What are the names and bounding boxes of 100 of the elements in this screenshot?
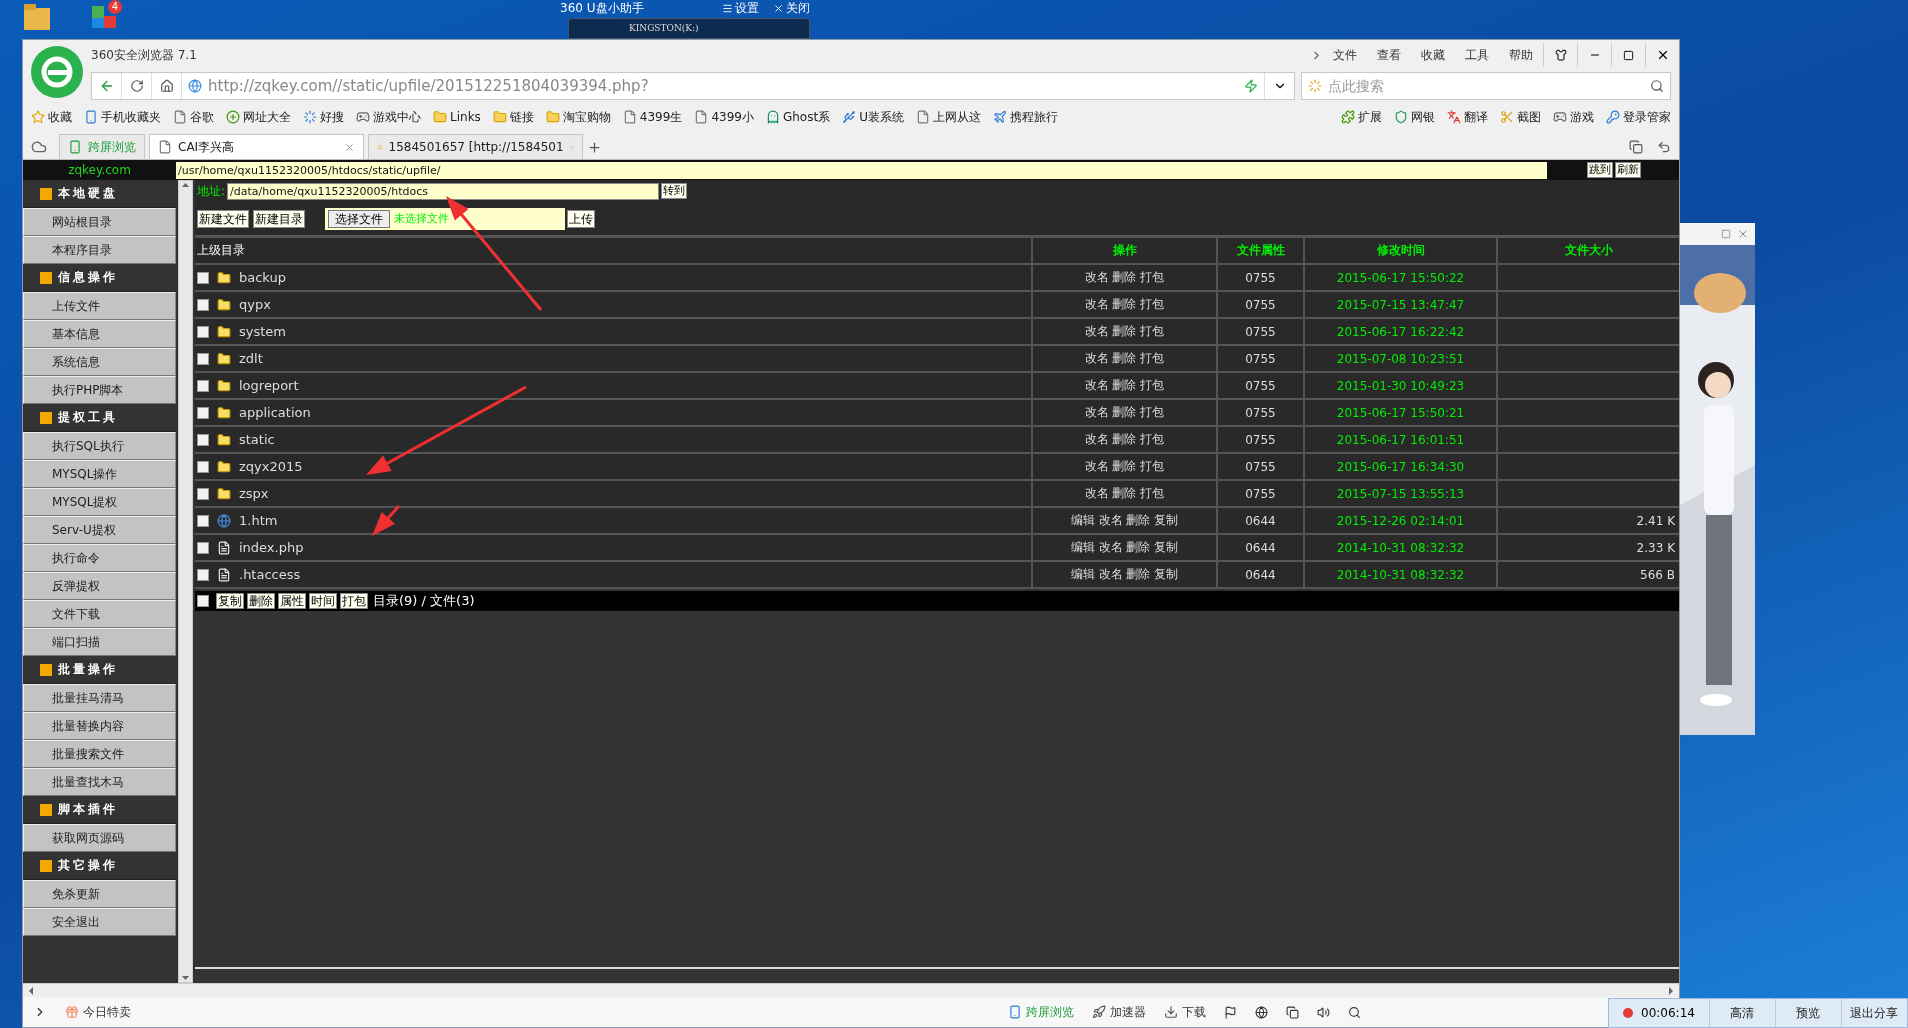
search-icon[interactable] — [1348, 1005, 1361, 1019]
sidebar-item[interactable]: 本程序目录 — [23, 236, 176, 264]
address-field[interactable]: /data/home/qxu1152320005/htdocs — [227, 182, 660, 200]
volume-icon[interactable] — [1317, 1005, 1330, 1019]
search-icon[interactable] — [1650, 79, 1664, 93]
menu-item[interactable]: 文件 — [1333, 46, 1357, 64]
scrollbar[interactable] — [178, 180, 193, 983]
bookmark-item[interactable]: 好搜 — [303, 108, 344, 126]
path-button[interactable]: 跳到 — [1587, 162, 1613, 178]
recorder-button[interactable]: 预览 — [1774, 999, 1841, 1027]
lightning-icon[interactable] — [1244, 79, 1258, 93]
sidebar-item[interactable]: 文件下载 — [23, 600, 176, 628]
file-link[interactable]: system — [239, 324, 286, 339]
bookmark-item[interactable]: Ghost系 — [765, 108, 831, 126]
actions-cell[interactable]: 改名 删除 打包 — [1033, 292, 1218, 317]
actions-cell[interactable]: 改名 删除 打包 — [1033, 346, 1218, 371]
bookmark-item[interactable]: 收藏 — [31, 108, 72, 126]
upload-button[interactable]: 上传 — [567, 209, 595, 228]
checkbox[interactable] — [197, 379, 209, 392]
actions-cell[interactable]: 编辑 改名 删除 复制 — [1033, 508, 1218, 533]
go-button[interactable]: 转到 — [661, 183, 688, 199]
checkbox[interactable] — [197, 514, 209, 527]
checkbox[interactable] — [197, 460, 209, 473]
flag-icon[interactable] — [1224, 1005, 1237, 1019]
checkbox[interactable] — [197, 271, 209, 284]
checkbox[interactable] — [197, 298, 209, 311]
actions-cell[interactable]: 改名 删除 打包 — [1033, 481, 1218, 506]
actions-cell[interactable]: 编辑 改名 删除 复制 — [1033, 535, 1218, 560]
toolbar-item[interactable]: 登录管家 — [1606, 108, 1671, 126]
file-link[interactable]: index.php — [239, 540, 304, 555]
checkbox[interactable] — [197, 541, 209, 554]
sidebar-item[interactable]: 获取网页源码 — [23, 824, 176, 852]
actions-cell[interactable]: 改名 删除 打包 — [1033, 265, 1218, 290]
bookmark-item[interactable]: 4399生 — [622, 108, 683, 126]
window-icon[interactable] — [1286, 1005, 1299, 1019]
path-field[interactable]: /usr/home/qxu1152320005/htdocs/static/upfile/ — [176, 161, 1547, 179]
toolbar-item[interactable]: 扩展 — [1341, 108, 1382, 126]
file-picker[interactable]: 选择文件 未选择文件 — [325, 207, 565, 230]
globe-icon[interactable] — [1255, 1005, 1268, 1019]
menu-item[interactable]: 查看 — [1377, 46, 1401, 64]
sidebar-item[interactable]: 反弹提权 — [23, 572, 176, 600]
create-button[interactable]: 新建文件 — [197, 209, 249, 228]
batch-button[interactable]: 打包 — [340, 593, 368, 609]
undo-icon[interactable] — [1657, 140, 1671, 154]
checkbox[interactable] — [197, 487, 209, 500]
file-link[interactable]: logreport — [239, 378, 299, 393]
up-arrow-icon[interactable] — [179, 181, 192, 189]
file-link[interactable]: qypx — [239, 297, 271, 312]
sidebar-item[interactable]: MYSQL提权 — [23, 488, 176, 516]
batch-button[interactable]: 属性 — [278, 593, 306, 609]
bookmark-item[interactable]: 携程旅行 — [992, 108, 1058, 126]
checkbox[interactable] — [197, 433, 209, 446]
sidebar-item[interactable]: 批量替换内容 — [23, 712, 176, 740]
toolbar-item[interactable]: 翻译 — [1447, 108, 1488, 126]
bookmark-item[interactable]: 谷歌 — [173, 108, 214, 126]
actions-cell[interactable]: 改名 删除 打包 — [1033, 319, 1218, 344]
sidebar-item[interactable]: 执行SQL执行 — [23, 432, 176, 460]
file-link[interactable]: application — [239, 405, 311, 420]
sidebar-item[interactable]: 执行PHP脚本 — [23, 376, 176, 404]
sidebar-item[interactable]: 批量搜索文件 — [23, 740, 176, 768]
bookmark-item[interactable]: 4399小 — [694, 108, 754, 126]
parent-dir-link[interactable]: 上级目录 — [195, 238, 1033, 263]
sidebar-item[interactable]: 上传文件 — [23, 292, 176, 320]
batch-button[interactable]: 删除 — [247, 593, 275, 609]
new-tab-icon[interactable] — [587, 140, 602, 155]
file-link[interactable]: .htaccess — [239, 567, 301, 582]
recorder-button[interactable]: 退出分享 — [1840, 999, 1907, 1027]
deals-link[interactable]: 今日特卖 — [65, 1003, 131, 1021]
sidebar-item[interactable]: 批量挂马清马 — [23, 684, 176, 712]
close-link[interactable]: 关闭 — [773, 0, 810, 17]
settings-link[interactable]: 设置 — [722, 0, 759, 17]
file-link[interactable]: zspx — [239, 486, 269, 501]
path-button[interactable]: 刷新 — [1615, 162, 1641, 178]
sidebar-item[interactable]: 基本信息 — [23, 320, 176, 348]
sidebar-item[interactable]: 安全退出 — [23, 908, 176, 936]
menu-item[interactable]: 工具 — [1465, 46, 1489, 64]
checkbox[interactable] — [197, 325, 209, 338]
down-arrow-icon[interactable] — [179, 974, 192, 982]
sidebar-item[interactable]: 系统信息 — [23, 348, 176, 376]
create-button[interactable]: 新建目录 — [253, 209, 305, 228]
browser-tab[interactable]: 1584501657 [http://1584501 — [368, 134, 583, 159]
actions-cell[interactable]: 改名 删除 打包 — [1033, 427, 1218, 452]
batch-button[interactable]: 复制 — [216, 593, 244, 609]
bookmark-item[interactable]: 手机收藏夹 — [84, 108, 161, 126]
checkbox[interactable] — [197, 568, 209, 581]
menu-item[interactable]: 收藏 — [1421, 46, 1445, 64]
close-icon[interactable] — [344, 141, 355, 153]
actions-cell[interactable]: 编辑 改名 删除 复制 — [1033, 562, 1218, 587]
file-link[interactable]: zqyx2015 — [239, 459, 303, 474]
choose-file-button[interactable]: 选择文件 — [328, 209, 390, 228]
bookmark-item[interactable]: 网址大全 — [226, 108, 291, 126]
file-link[interactable]: static — [239, 432, 275, 447]
checkbox[interactable] — [197, 406, 209, 419]
actions-cell[interactable]: 改名 删除 打包 — [1033, 373, 1218, 398]
toolbar-item[interactable]: 游戏 — [1553, 108, 1594, 126]
bookmark-item[interactable]: 上网从这 — [915, 108, 981, 126]
sidebar-item[interactable]: 免杀更新 — [23, 880, 176, 908]
search-field[interactable]: 点此搜索 — [1301, 72, 1671, 100]
file-link[interactable]: 1.htm — [239, 513, 278, 528]
sidebar-item[interactable]: 网站根目录 — [23, 208, 176, 236]
